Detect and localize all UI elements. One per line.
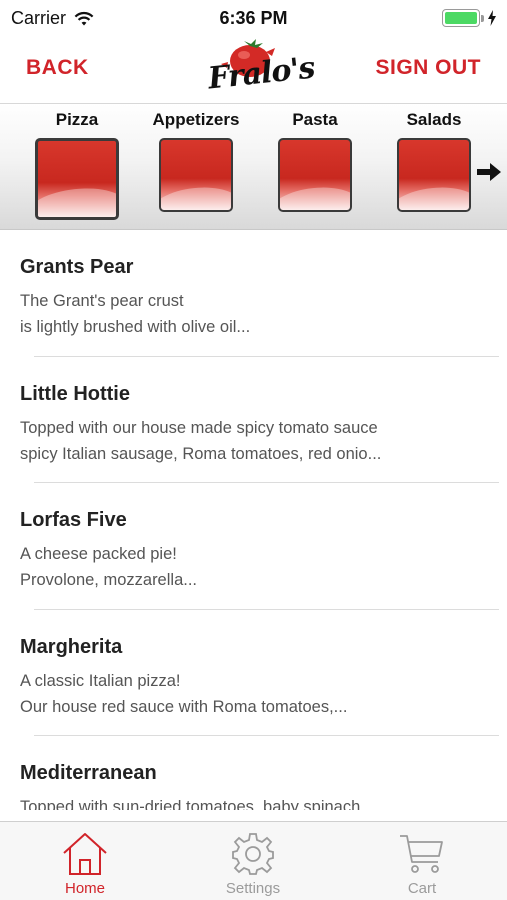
tab-label: Settings <box>225 880 281 897</box>
category-tile <box>278 138 352 212</box>
tab-home[interactable]: Home <box>30 830 140 897</box>
category-pizza[interactable]: Pizza <box>27 110 127 220</box>
menu-item-description: Our house red sauce with Roma tomatoes,.… <box>20 697 348 716</box>
menu-item-description: spicy Italian sausage, Roma tomatoes, re… <box>20 444 382 463</box>
category-tile <box>159 138 233 212</box>
back-button[interactable]: BACK <box>26 56 89 80</box>
category-pasta[interactable]: Pasta <box>265 110 365 212</box>
category-tile <box>35 138 119 220</box>
tab-label: Home <box>64 880 105 897</box>
menu-item-title: Lorfas Five <box>20 509 127 531</box>
home-icon <box>63 833 107 875</box>
menu-item-description: A classic Italian pizza! <box>20 671 181 690</box>
category-strip: Pizza Appetizers Pasta Salads <box>0 103 507 230</box>
charging-bolt-icon <box>488 10 496 26</box>
tab-settings[interactable]: Settings <box>198 830 308 897</box>
fralos-logo: Fralo's <box>200 36 316 102</box>
category-appetizers[interactable]: Appetizers <box>146 110 246 212</box>
category-salads[interactable]: Salads <box>384 110 484 212</box>
status-bar: Carrier 6:36 PM <box>0 0 507 36</box>
arrow-right-icon[interactable] <box>477 162 501 182</box>
category-label: Pasta <box>292 110 338 129</box>
menu-item-description: Topped with sun-dried tomatoes, baby spi… <box>20 798 361 810</box>
menu-list[interactable]: Grants Pear The Grant's pear crust is li… <box>0 230 507 810</box>
menu-item-title: Mediterranean <box>20 762 157 784</box>
menu-item-title: Grants Pear <box>20 256 134 278</box>
menu-item-description: Topped with our house made spicy tomato … <box>20 418 378 437</box>
category-label: Appetizers <box>152 110 240 129</box>
battery-indicator <box>442 9 497 27</box>
cart-icon <box>400 835 443 873</box>
menu-item-description: is lightly brushed with olive oil... <box>20 318 251 336</box>
gear-icon <box>232 833 274 875</box>
carrier-indicator: Carrier <box>11 8 94 29</box>
tab-cart[interactable]: Cart <box>367 830 477 897</box>
battery-icon <box>442 9 480 27</box>
menu-item-lorfas-five[interactable]: Lorfas Five A cheese packed pie! Provolo… <box>0 483 507 610</box>
menu-item-margherita[interactable]: Margherita A classic Italian pizza! Our … <box>0 610 507 737</box>
tab-bar: Home Settings Cart <box>0 821 507 900</box>
wifi-icon <box>74 11 94 25</box>
category-label: Salads <box>406 110 462 129</box>
menu-item-description: A cheese packed pie! <box>20 545 177 563</box>
menu-item-title: Margherita <box>20 635 123 658</box>
menu-item-mediterranean[interactable]: Mediterranean Topped with sun-dried toma… <box>0 736 507 810</box>
menu-item-description: Provolone, mozzarella... <box>20 571 197 589</box>
carrier-label: Carrier <box>11 8 67 28</box>
category-tile <box>397 138 471 212</box>
menu-item-little-hottie[interactable]: Little Hottie Topped with our house made… <box>0 357 507 484</box>
menu-item-description: The Grant's pear crust <box>20 292 184 310</box>
tab-label: Cart <box>407 880 437 897</box>
sign-out-button[interactable]: SIGN OUT <box>375 56 481 80</box>
menu-item-title: Little Hottie <box>20 382 130 405</box>
menu-item-grants-pear[interactable]: Grants Pear The Grant's pear crust is li… <box>0 230 507 357</box>
navigation-bar: BACK Fralo's SIGN OUT <box>0 36 507 103</box>
category-label: Pizza <box>55 110 99 129</box>
